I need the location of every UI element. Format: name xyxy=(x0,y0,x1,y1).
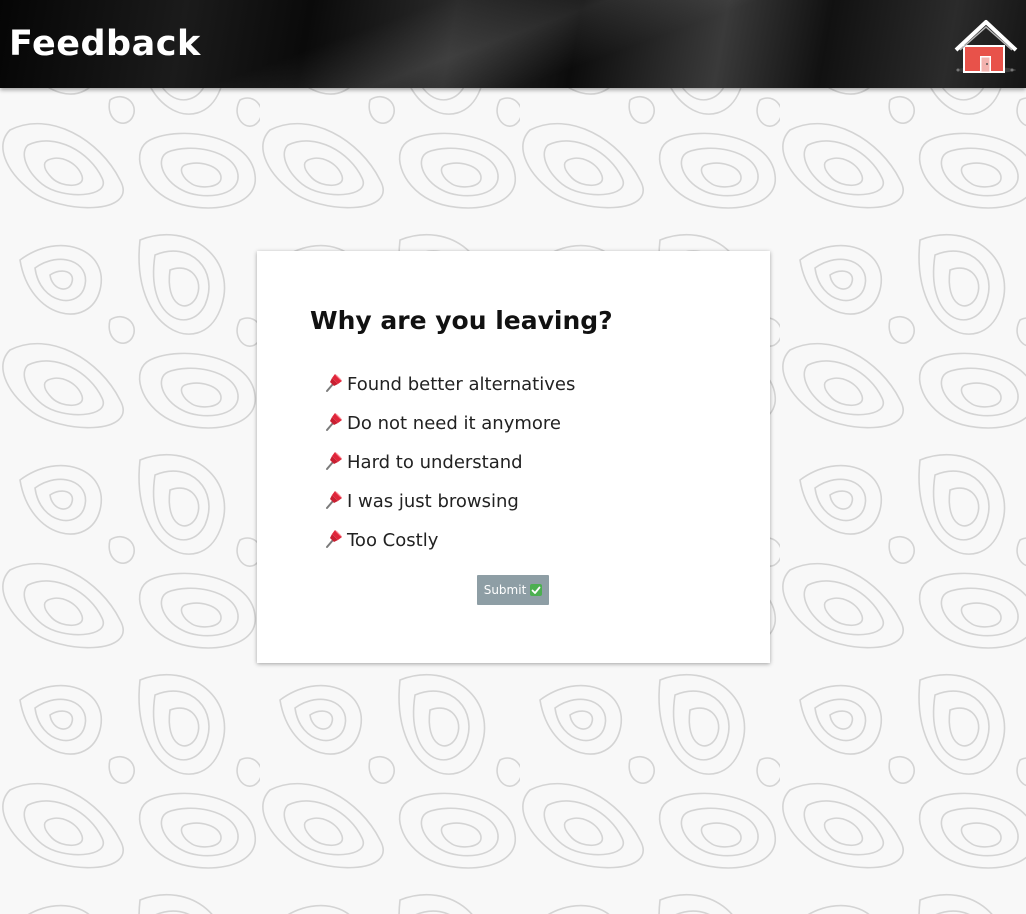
check-mark-icon xyxy=(530,584,543,596)
reason-list: Found better alternatives Do not need it… xyxy=(323,365,575,560)
page-title: Feedback xyxy=(9,24,201,64)
reason-option-found-better-alternatives[interactable]: Found better alternatives xyxy=(323,365,575,404)
pushpin-icon xyxy=(326,529,342,548)
pushpin-icon xyxy=(326,412,342,431)
reason-option-do-not-need-it-anymore[interactable]: Do not need it anymore xyxy=(323,404,575,443)
reason-label: Found better alternatives xyxy=(347,374,576,395)
submit-button[interactable]: Submit xyxy=(477,575,549,605)
pushpin-icon xyxy=(326,490,342,509)
reason-option-hard-to-understand[interactable]: Hard to understand xyxy=(323,443,575,482)
reason-label: Too Costly xyxy=(347,530,439,551)
reason-label: I was just browsing xyxy=(347,491,519,512)
feedback-card: Why are you leaving? Found better altern… xyxy=(257,251,770,663)
home-button[interactable] xyxy=(952,18,1018,76)
home-icon xyxy=(954,20,1018,73)
reason-label: Hard to understand xyxy=(347,452,523,473)
reason-option-too-costly[interactable]: Too Costly xyxy=(323,521,575,560)
pushpin-icon xyxy=(326,451,342,470)
card-heading: Why are you leaving? xyxy=(310,306,613,335)
pushpin-icon xyxy=(326,373,342,392)
reason-label: Do not need it anymore xyxy=(347,413,561,434)
reason-option-just-browsing[interactable]: I was just browsing xyxy=(323,482,575,521)
app-header: Feedback xyxy=(0,0,1026,88)
submit-label: Submit xyxy=(483,583,527,597)
